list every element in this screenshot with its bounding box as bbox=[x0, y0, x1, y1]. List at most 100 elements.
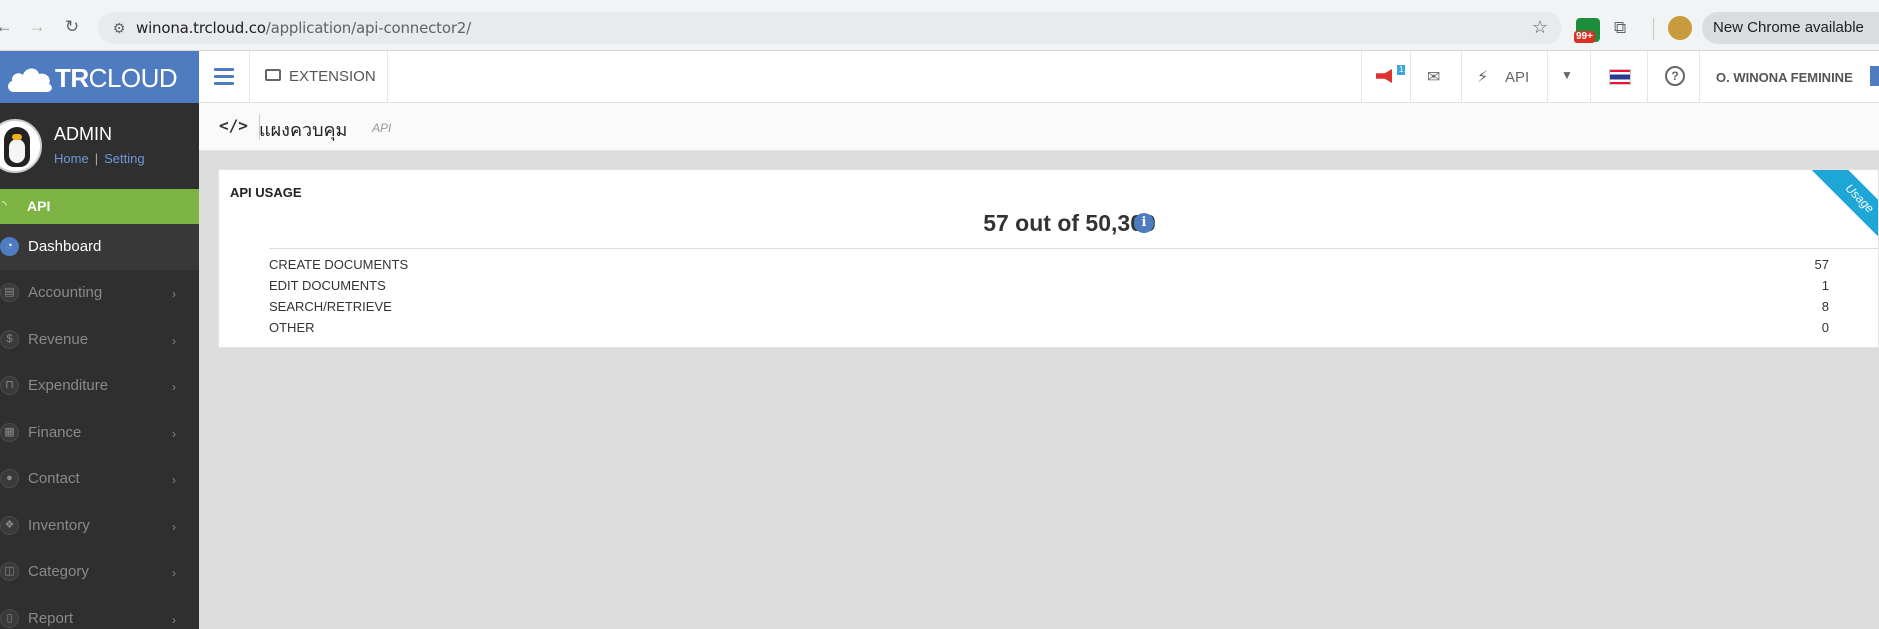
sidebar-item-finance[interactable]: ▦ Finance › bbox=[0, 410, 199, 456]
card-title: API USAGE bbox=[230, 185, 302, 200]
browser-toolbar: ← → ↻ ⚙ winona.trcloud.co/application/ap… bbox=[0, 0, 1879, 51]
chrome-update-button[interactable]: New Chrome available bbox=[1702, 12, 1879, 44]
sidebar-item-label: Accounting bbox=[28, 284, 103, 301]
book-icon: ▤ bbox=[0, 283, 19, 302]
sidebar-item-label: Finance bbox=[28, 424, 82, 441]
bookmark-star-icon[interactable]: ☆ bbox=[1532, 17, 1548, 38]
rss-icon: ◝ bbox=[2, 198, 7, 212]
chevron-right-icon: › bbox=[172, 613, 176, 627]
extension-button[interactable]: EXTENSION bbox=[250, 51, 388, 103]
user-name: ADMIN bbox=[54, 124, 112, 144]
info-icon[interactable]: i bbox=[1134, 213, 1154, 233]
usage-row-label: CREATE DOCUMENTS bbox=[269, 257, 409, 272]
usage-row-value: 1 bbox=[1821, 278, 1829, 293]
usage-row-label: EDIT DOCUMENTS bbox=[269, 278, 386, 293]
extension-badge: 99+ bbox=[1574, 31, 1595, 43]
megaphone-icon bbox=[1376, 69, 1392, 83]
code-icon: </> bbox=[219, 116, 248, 135]
usage-row: SEARCH/RETRIEVE 8 bbox=[269, 296, 1829, 317]
company-switcher[interactable]: O. WINONA FEMININE bbox=[1699, 51, 1879, 103]
usage-row-value: 57 bbox=[1814, 257, 1829, 272]
sidebar-item-contact[interactable]: ● Contact › bbox=[0, 456, 199, 502]
usage-total-text: 57 out of 50,300 bbox=[983, 210, 1156, 236]
sidebar-item-dashboard[interactable]: ◔ Dashboard bbox=[0, 224, 199, 270]
sidebar-item-category[interactable]: ◫ Category › bbox=[0, 549, 199, 595]
mail-button[interactable]: ✉ bbox=[1410, 51, 1461, 103]
hamburger-line bbox=[214, 75, 234, 78]
profile-avatar[interactable] bbox=[1668, 16, 1692, 40]
thai-flag-icon bbox=[1609, 69, 1631, 85]
hamburger-line bbox=[214, 68, 234, 71]
building-icon bbox=[1870, 66, 1879, 86]
announcement-button[interactable]: 1 bbox=[1361, 51, 1410, 103]
penguin-belly bbox=[9, 139, 25, 163]
sidebar: TRCLOUD ADMIN Home | Setting ◝ API ◔ Dashb… bbox=[0, 51, 199, 629]
url-path: /application/api-connector2/ bbox=[265, 19, 471, 37]
sidebar-item-accounting[interactable]: ▤ Accounting › bbox=[0, 270, 199, 316]
usage-row: CREATE DOCUMENTS 57 bbox=[269, 254, 1829, 275]
chevron-right-icon: › bbox=[172, 473, 176, 487]
setting-link[interactable]: Setting bbox=[104, 151, 144, 166]
penguin-beak bbox=[12, 134, 22, 140]
sidebar-item-inventory[interactable]: ❖ Inventory › bbox=[0, 503, 199, 549]
usage-row-label: OTHER bbox=[269, 320, 315, 335]
calendar-icon: ▦ bbox=[0, 423, 19, 442]
api-label: API bbox=[1505, 69, 1530, 86]
page-title: แผงควบคุม bbox=[259, 115, 347, 144]
company-name: O. WINONA FEMININE bbox=[1716, 70, 1853, 85]
site-settings-icon[interactable]: ⚙ bbox=[110, 19, 128, 37]
chevron-right-icon: › bbox=[172, 380, 176, 394]
page-title-text: แผงควบคุม bbox=[259, 120, 348, 141]
sidebar-item-label: Contact bbox=[28, 470, 80, 487]
usage-row-value: 8 bbox=[1821, 299, 1829, 314]
url-text[interactable]: winona.trcloud.co/application/api-connec… bbox=[136, 19, 471, 37]
usage-row: OTHER 0 bbox=[269, 317, 1829, 338]
app-header: EXTENSION 1 ✉ ⚡ API ▼ ? O. WINONA FEMINI… bbox=[199, 51, 1879, 103]
avatar[interactable] bbox=[0, 119, 42, 173]
breadcrumb: </> แผงควบคุม API bbox=[199, 103, 1879, 151]
brand-logo[interactable]: TRCLOUD bbox=[0, 51, 199, 103]
notification-badge: 1 bbox=[1397, 65, 1406, 75]
menu-toggle-button[interactable] bbox=[199, 51, 250, 103]
chevron-right-icon: › bbox=[172, 566, 176, 580]
sidebar-item-revenue[interactable]: $ Revenue › bbox=[0, 317, 199, 363]
person-icon: ● bbox=[0, 469, 19, 488]
extension-label: EXTENSION bbox=[289, 68, 376, 85]
sidebar-item-label: Expenditure bbox=[28, 377, 109, 394]
sidebar-item-expenditure[interactable]: ⊓ Expenditure › bbox=[0, 363, 199, 409]
api-usage-card: API USAGE 57 out of 50,300 i CREATE DOCU… bbox=[218, 169, 1879, 348]
dropdown-button[interactable]: ▼ bbox=[1547, 51, 1590, 103]
hamburger-line bbox=[214, 82, 234, 85]
columns-icon: ◫ bbox=[0, 562, 19, 581]
file-icon: ▯ bbox=[0, 609, 19, 628]
sidebar-item-label: Category bbox=[28, 563, 89, 580]
usage-row: EDIT DOCUMENTS 1 bbox=[269, 275, 1829, 296]
cubes-icon: ❖ bbox=[0, 516, 19, 535]
caret-down-icon: ▼ bbox=[1561, 68, 1573, 82]
chevron-right-icon: › bbox=[172, 427, 176, 441]
sidebar-section-api[interactable]: ◝ API bbox=[0, 189, 199, 224]
plug-icon: ⚡ bbox=[1477, 69, 1489, 86]
card-divider bbox=[269, 248, 1878, 249]
cloud-icon bbox=[8, 68, 52, 92]
help-icon: ? bbox=[1665, 66, 1685, 86]
extensions-puzzle-icon[interactable]: ⧉ bbox=[1614, 18, 1626, 38]
toolbar-divider bbox=[1653, 18, 1654, 40]
help-button[interactable]: ? bbox=[1647, 51, 1699, 103]
address-bar[interactable]: ⚙ winona.trcloud.co/application/api-conn… bbox=[98, 12, 1562, 44]
dollar-icon: $ bbox=[0, 330, 19, 349]
forward-icon[interactable]: → bbox=[27, 17, 47, 37]
monitor-icon bbox=[265, 69, 281, 81]
language-button[interactable] bbox=[1590, 51, 1647, 103]
sidebar-item-label: Report bbox=[28, 610, 74, 627]
reload-icon[interactable]: ↻ bbox=[62, 17, 82, 37]
envelope-icon: ✉ bbox=[1427, 69, 1441, 86]
back-icon[interactable]: ← bbox=[0, 17, 14, 37]
home-link[interactable]: Home bbox=[54, 151, 89, 166]
sidebar-item-label: Dashboard bbox=[28, 238, 102, 255]
sidebar-item-report[interactable]: ▯ Report › bbox=[0, 596, 199, 629]
url-host: winona.trcloud.co bbox=[136, 19, 266, 37]
api-menu-button[interactable]: ⚡ API bbox=[1461, 51, 1547, 103]
usage-total: 57 out of 50,300 bbox=[219, 210, 1878, 237]
link-divider: | bbox=[94, 151, 99, 166]
